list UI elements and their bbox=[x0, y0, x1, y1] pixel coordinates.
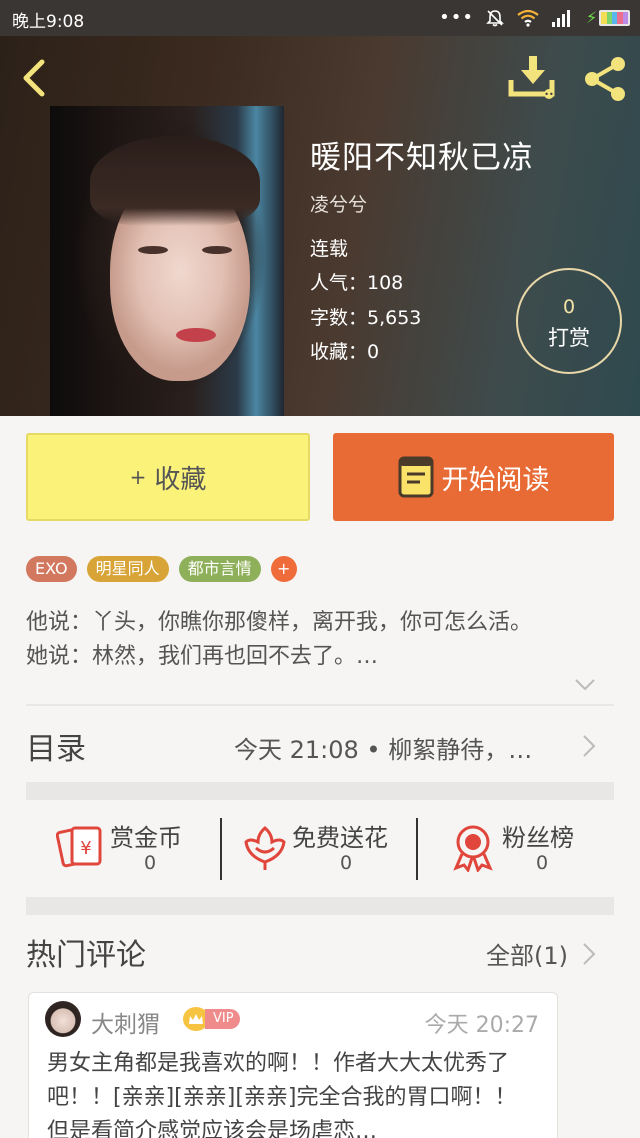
vip-badge: VIP bbox=[183, 1007, 240, 1031]
book-title: 暖阳不知秋已凉 bbox=[310, 140, 534, 176]
book-intro[interactable]: 他说：丫头，你瞧你那傻样，离开我，你可怎么活。 她说：林然，我们再也回不去了。… bbox=[26, 606, 616, 674]
comment-time: 今天 20:27 bbox=[424, 1013, 539, 1038]
chevron-left-icon[interactable] bbox=[18, 56, 50, 100]
red-envelope-icon: ¥ bbox=[56, 826, 102, 868]
vip-label: VIP bbox=[205, 1009, 240, 1029]
comment-username[interactable]: 大刺猬 bbox=[91, 1005, 160, 1039]
svg-text:¥: ¥ bbox=[80, 838, 91, 859]
fan-ranking-value: 0 bbox=[536, 852, 549, 874]
start-reading-button[interactable]: 开始阅读 bbox=[333, 433, 614, 521]
chevron-down-icon[interactable] bbox=[574, 678, 596, 692]
tag-item[interactable]: 都市言情 bbox=[178, 556, 261, 582]
stats-row: ¥ 赏金币 0 免费送花 0 粉丝榜 0 bbox=[26, 808, 614, 888]
intro-line: 她说：林然，我们再也回不去了。… bbox=[26, 644, 379, 669]
battery-icon: ⚡ bbox=[586, 9, 630, 27]
section-gap bbox=[26, 897, 614, 915]
fan-ranking-label: 粉丝榜 bbox=[502, 824, 574, 852]
section-gap bbox=[26, 782, 614, 800]
svg-text:••: •• bbox=[544, 90, 553, 99]
tip-label: 打赏 bbox=[548, 326, 590, 350]
send-flower-item[interactable]: 免费送花 0 bbox=[222, 808, 418, 888]
start-reading-label: 开始阅读 bbox=[441, 464, 550, 496]
all-comments-link[interactable]: 全部(1) bbox=[486, 936, 568, 971]
catalog-row[interactable]: 目录 今天 21:08 • 柳絮静待，… bbox=[0, 706, 640, 782]
book-author[interactable]: 凌兮兮 bbox=[310, 190, 367, 217]
tag-list: EXO 明星同人 都市言情 + bbox=[26, 556, 297, 582]
share-icon[interactable] bbox=[580, 56, 630, 102]
add-favorite-button[interactable]: + 收藏 bbox=[26, 433, 310, 521]
book-detail-page: 晚上9:08 ••• ⚡ •• 暖阳不知秋已凉 凌兮兮 连载 人气：108 字数… bbox=[0, 0, 640, 1138]
send-flower-value: 0 bbox=[340, 852, 353, 874]
book-icon bbox=[398, 456, 433, 498]
book-popularity: 人气：108 bbox=[310, 272, 404, 294]
avatar[interactable] bbox=[45, 1001, 81, 1037]
mute-bell-icon bbox=[486, 10, 504, 27]
award-ribbon-icon bbox=[453, 825, 493, 872]
send-flower-label: 免费送花 bbox=[292, 824, 388, 852]
wifi-icon bbox=[517, 9, 539, 27]
fan-ranking-item[interactable]: 粉丝榜 0 bbox=[418, 808, 614, 888]
tag-item[interactable]: 明星同人 bbox=[86, 556, 169, 582]
latest-chapter: 今天 21:08 • 柳絮静待，… bbox=[234, 736, 533, 764]
reward-coins-item[interactable]: ¥ 赏金币 0 bbox=[26, 808, 222, 888]
status-time: 晚上9:08 bbox=[12, 12, 85, 32]
tag-item[interactable]: EXO bbox=[26, 556, 77, 582]
status-icons: ••• ⚡ bbox=[439, 8, 630, 28]
add-tag-button[interactable]: + bbox=[270, 556, 297, 582]
book-header: •• 暖阳不知秋已凉 凌兮兮 连载 人气：108 字数：5,653 收藏：0 0… bbox=[0, 36, 640, 416]
reward-coins-value: 0 bbox=[144, 852, 157, 874]
reward-coins-label: 赏金币 bbox=[110, 824, 182, 852]
book-cover-image[interactable] bbox=[50, 106, 284, 416]
comment-card[interactable]: 大刺猬 VIP 今天 20:27 男女主角都是我喜欢的啊！！作者大大太优秀了吧！… bbox=[28, 992, 558, 1138]
comment-text: 男女主角都是我喜欢的啊！！作者大大太优秀了吧！！[亲亲][亲亲][亲亲]完全合我… bbox=[47, 1051, 517, 1138]
download-icon[interactable]: •• bbox=[508, 54, 558, 100]
all-comments-label: 全部(1) bbox=[486, 942, 568, 970]
chevron-right-icon bbox=[583, 735, 596, 757]
intro-line: 他说：丫头，你瞧你那傻样，离开我，你可怎么活。 bbox=[26, 610, 533, 635]
status-bar: 晚上9:08 ••• ⚡ bbox=[0, 0, 640, 36]
book-favorites: 收藏：0 bbox=[310, 341, 380, 363]
signal-icon bbox=[552, 9, 574, 27]
divider bbox=[416, 818, 418, 880]
charging-icon: ⚡ bbox=[586, 8, 598, 27]
plus-icon: + bbox=[129, 465, 147, 489]
book-status: 连载 bbox=[310, 238, 349, 260]
divider bbox=[220, 818, 222, 880]
tip-button[interactable]: 0 打赏 bbox=[516, 268, 622, 374]
book-word-count: 字数：5,653 bbox=[310, 307, 422, 329]
hot-comments-title: 热门评论 bbox=[26, 938, 146, 973]
more-dots-icon: ••• bbox=[439, 7, 474, 28]
tip-count: 0 bbox=[562, 296, 576, 318]
flower-icon bbox=[244, 826, 286, 870]
chevron-right-icon[interactable] bbox=[582, 942, 596, 966]
add-favorite-label: 收藏 bbox=[154, 464, 207, 495]
catalog-label: 目录 bbox=[26, 732, 86, 767]
